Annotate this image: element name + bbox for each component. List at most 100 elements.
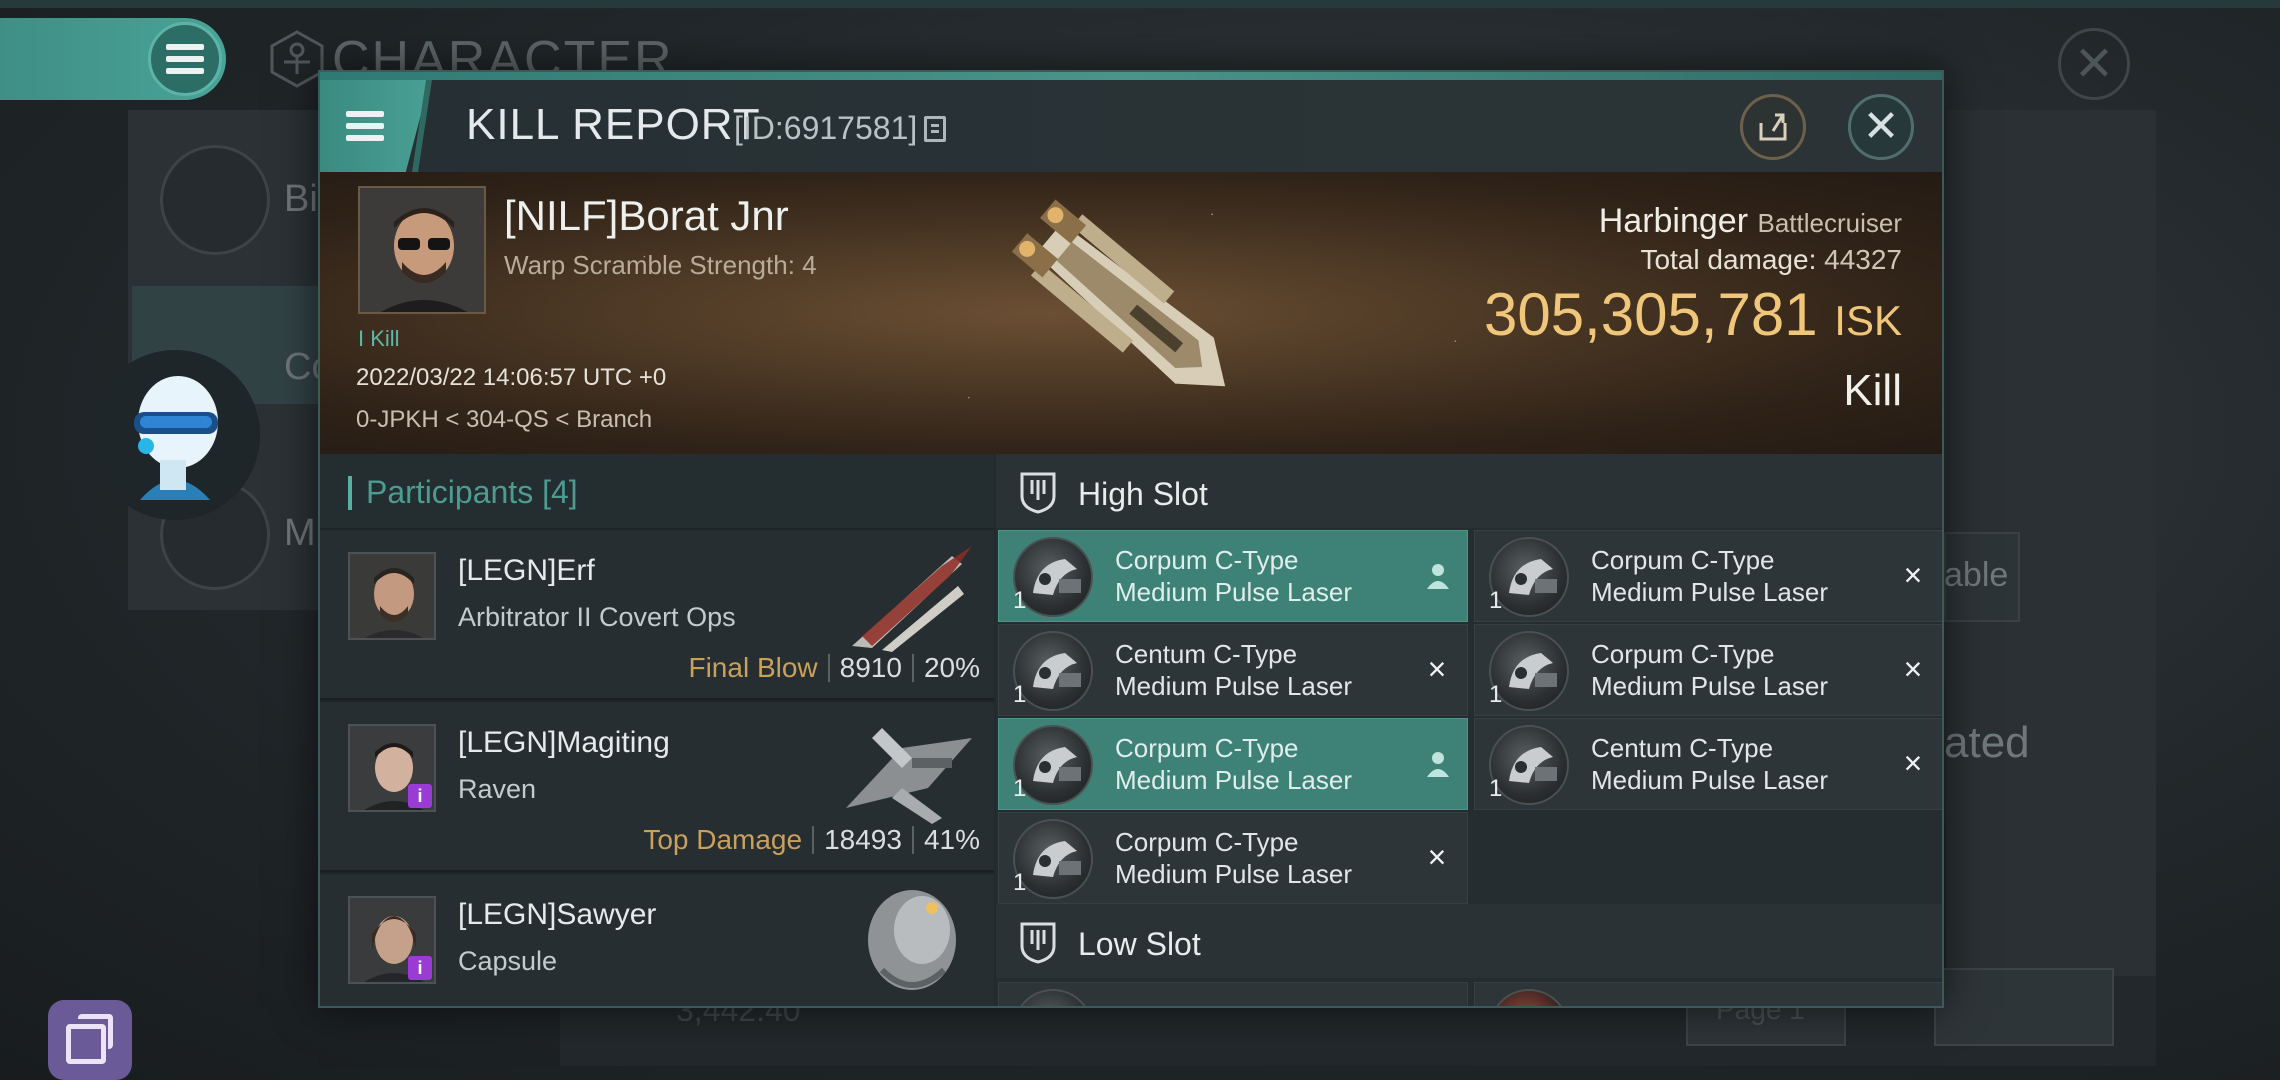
module-quantity: 1 bbox=[1489, 587, 1503, 614]
screen-close-button[interactable]: ✕ bbox=[2058, 28, 2130, 100]
main-menu-button[interactable] bbox=[0, 18, 226, 100]
close-icon: ✕ bbox=[2073, 38, 2115, 91]
participant-ship: Arbitrator II Covert Ops bbox=[458, 602, 736, 632]
modal-title: KILL REPORT bbox=[466, 100, 761, 149]
high-slot-header: High Slot bbox=[996, 454, 1942, 528]
total-damage: Total damage: 44327 bbox=[1640, 244, 1902, 276]
kill-location[interactable]: 0-JPKH < 304-QS < Branch bbox=[356, 406, 652, 434]
module-name-line2: Medium Pulse Laser bbox=[1115, 577, 1352, 607]
ship-class: Battlecruiser bbox=[1757, 208, 1903, 238]
module-name-line2: Medium Pulse Laser bbox=[1591, 671, 1828, 701]
module-name-line1: Corpum C-Type bbox=[1115, 545, 1299, 575]
isk-amount: 305,305,781 bbox=[1483, 281, 1818, 348]
low-slot-module[interactable] bbox=[998, 982, 1468, 1006]
high-slot-module[interactable]: 1 Centum C-Type Medium Pulse Laser × bbox=[998, 624, 1468, 716]
module-name-line2: Medium Pulse Laser bbox=[1591, 577, 1828, 607]
participant-ship: Raven bbox=[458, 774, 537, 804]
participants-panel: Participants [4] [LEGN]Erf Arbitrator II… bbox=[320, 454, 994, 1006]
android-avatar-icon bbox=[90, 350, 260, 520]
participant-stats: Top Damage 18493 41% bbox=[643, 824, 980, 856]
ship-name: Harbinger bbox=[1598, 202, 1749, 240]
pilot-portrait-image bbox=[350, 554, 434, 638]
share-button[interactable] bbox=[1740, 94, 1806, 160]
module-name-line1: Corpum C-Type bbox=[1115, 827, 1299, 857]
victim-name[interactable]: [NILF]Borat Jnr bbox=[504, 192, 789, 240]
destroyed-x-icon: × bbox=[1903, 557, 1923, 593]
right-label-ated: ated bbox=[1944, 718, 2030, 767]
modal-menu-button[interactable] bbox=[320, 80, 430, 172]
victim-banner: [NILF]Borat Jnr Warp Scramble Strength: … bbox=[320, 172, 1942, 454]
participant-percent: 20% bbox=[923, 652, 980, 683]
module-name-line1: Centum C-Type bbox=[1115, 639, 1298, 669]
person-icon bbox=[1423, 749, 1453, 779]
participants-label: Participants bbox=[366, 474, 534, 510]
chat-button[interactable] bbox=[48, 1000, 132, 1080]
participant-name: [LEGN]Sawyer bbox=[458, 898, 657, 931]
participant-stats: Final Blow 8910 20% bbox=[688, 652, 980, 684]
module-name-line1: Corpum C-Type bbox=[1591, 545, 1775, 575]
pilot-portrait-image bbox=[360, 188, 484, 312]
participants-title: Participants [4] bbox=[366, 474, 578, 511]
copy-icon[interactable] bbox=[924, 116, 946, 142]
victim-ship[interactable]: Harbinger Battlecruiser bbox=[1599, 202, 1902, 241]
high-slot-label: High Slot bbox=[1078, 476, 1208, 512]
participant-row[interactable]: i [LEGN]Magiting Raven Top Damage 18493 … bbox=[320, 702, 994, 872]
main-menu-circle[interactable] bbox=[148, 22, 222, 96]
divider bbox=[911, 654, 914, 682]
module-quantity: 1 bbox=[1013, 587, 1027, 614]
kill-id: [ID:6917581] bbox=[734, 110, 918, 146]
close-icon: ✕ bbox=[1862, 102, 1900, 151]
modal-close-button[interactable]: ✕ bbox=[1848, 94, 1914, 160]
module-name-line1: Centum C-Type bbox=[1591, 733, 1774, 763]
participant-portrait[interactable]: i bbox=[348, 724, 436, 812]
participant-portrait[interactable]: i bbox=[348, 896, 436, 984]
high-slot-module[interactable]: 1 Corpum C-Type Medium Pulse Laser × bbox=[1474, 530, 1942, 622]
side-item-bio[interactable] bbox=[160, 145, 270, 255]
divider bbox=[827, 654, 830, 682]
module-name-line1: Corpum C-Type bbox=[1591, 639, 1775, 669]
participant-damage: 8910 bbox=[839, 652, 902, 683]
participant-name: [LEGN]Magiting bbox=[458, 726, 670, 759]
participant-portrait[interactable] bbox=[348, 552, 436, 640]
share-icon bbox=[1759, 113, 1787, 141]
header-accent-bar bbox=[348, 476, 352, 510]
low-slot-label: Low Slot bbox=[1078, 926, 1201, 962]
module-quantity: 1 bbox=[1013, 681, 1027, 708]
module-quantity: 1 bbox=[1013, 869, 1027, 896]
assistant-avatar[interactable] bbox=[90, 350, 260, 520]
module-name-line2: Medium Pulse Laser bbox=[1115, 671, 1352, 701]
slot-icon bbox=[1020, 922, 1056, 964]
modal-header: KILL REPORT [ID:6917581] ✕ bbox=[320, 80, 1942, 172]
participant-row[interactable]: [LEGN]Erf Arbitrator II Covert Ops Final… bbox=[320, 530, 994, 700]
alliance-badge-icon: i bbox=[408, 956, 432, 980]
filter-button[interactable] bbox=[1934, 968, 2114, 1046]
high-slot-module[interactable]: 1 Corpum C-Type Medium Pulse Laser × bbox=[998, 812, 1468, 904]
high-slot-module[interactable]: 1 Corpum C-Type Medium Pulse Laser × bbox=[1474, 624, 1942, 716]
hamburger-icon bbox=[346, 111, 384, 141]
destroyed-x-icon: × bbox=[1903, 651, 1923, 687]
total-damage-label: Total damage: bbox=[1640, 244, 1817, 275]
top-damage-tag: Top Damage bbox=[643, 824, 803, 855]
modal-top-accent bbox=[320, 72, 1942, 80]
participants-count: [4] bbox=[542, 474, 578, 510]
high-slot-module[interactable]: 1 Corpum C-Type Medium Pulse Laser bbox=[998, 718, 1468, 810]
participant-row[interactable]: i [LEGN]Sawyer Capsule bbox=[320, 874, 994, 1006]
high-slot-module[interactable]: 1 Corpum C-Type Medium Pulse Laser bbox=[998, 530, 1468, 622]
module-name-line2: Medium Pulse Laser bbox=[1115, 859, 1352, 889]
low-slot-module[interactable] bbox=[1474, 982, 1942, 1006]
module-quantity: 1 bbox=[1489, 775, 1503, 802]
participant-damage: 18493 bbox=[824, 824, 902, 855]
isk-unit: ISK bbox=[1834, 297, 1902, 344]
alliance-badge-icon: i bbox=[408, 784, 432, 808]
right-label-able: able bbox=[1944, 556, 2009, 594]
destroyed-x-icon: × bbox=[1903, 745, 1923, 781]
victim-portrait[interactable] bbox=[358, 186, 486, 314]
destroyed-x-icon: × bbox=[1427, 839, 1447, 875]
victim-warp-scramble: Warp Scramble Strength: 4 bbox=[504, 250, 817, 280]
module-name-line1: Corpum C-Type bbox=[1115, 733, 1299, 763]
destroyed-x-icon: × bbox=[1427, 651, 1447, 687]
module-name-line2: Medium Pulse Laser bbox=[1591, 765, 1828, 795]
high-slot-module[interactable]: 1 Centum C-Type Medium Pulse Laser × bbox=[1474, 718, 1942, 810]
fitting-slots-panel: High Slot 1 Corpum C-Type Medium Pulse Las… bbox=[996, 454, 1942, 1006]
final-blow-tag: Final Blow bbox=[688, 652, 818, 683]
